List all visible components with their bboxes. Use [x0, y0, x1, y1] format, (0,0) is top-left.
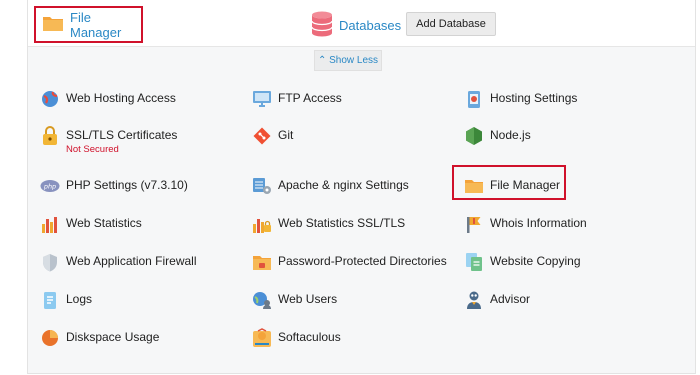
bar-chart-icon: [40, 214, 60, 234]
show-less-button[interactable]: ⌃ Show Less: [314, 50, 382, 71]
databases-label: Databases: [339, 18, 402, 33]
file-manager-highlight: [452, 165, 566, 200]
logs-icon: [40, 290, 60, 310]
git-link[interactable]: Git: [252, 126, 293, 146]
pie-chart-icon: [40, 328, 60, 348]
ftp-icon: [252, 89, 272, 109]
advisor-label: Advisor: [490, 292, 531, 306]
file-manager-top-link[interactable]: File Manager: [34, 6, 143, 43]
ftp-access-label: FTP Access: [278, 91, 342, 105]
git-label: Git: [278, 128, 294, 142]
nodejs-icon: [464, 126, 484, 146]
copy-icon: [464, 252, 484, 272]
web-hosting-icon: [40, 89, 60, 109]
stats-lock-icon: [252, 214, 272, 234]
website-copying-label: Website Copying: [490, 254, 581, 268]
php-settings-link[interactable]: php PHP Settings (v7.3.10): [40, 176, 188, 196]
add-database-button[interactable]: Add Database: [406, 12, 496, 36]
ssl-tls-certificates-link[interactable]: SSL/TLS Certificates Not Secured: [40, 126, 177, 156]
logs-label: Logs: [66, 292, 93, 306]
web-application-firewall-label: Web Application Firewall: [66, 254, 197, 268]
whois-icon: [464, 214, 484, 234]
web-statistics-label: Web Statistics: [66, 216, 142, 230]
diskspace-usage-label: Diskspace Usage: [66, 330, 160, 344]
database-icon: [311, 11, 333, 40]
nodejs-label: Node.js: [490, 128, 531, 142]
hosting-settings-label: Hosting Settings: [490, 91, 578, 105]
lock-icon: [40, 126, 60, 146]
website-copying-link[interactable]: Website Copying: [464, 252, 581, 272]
folder-icon: [42, 14, 64, 35]
whois-information-label: Whois Information: [490, 216, 587, 230]
password-protected-directories-link[interactable]: Password-Protected Directories: [252, 252, 447, 272]
whois-information-link[interactable]: Whois Information: [464, 214, 587, 234]
php-icon: php: [40, 176, 60, 196]
apache-nginx-settings-label: Apache & nginx Settings: [278, 178, 409, 192]
web-users-label: Web Users: [278, 292, 338, 306]
softaculous-label: Softaculous: [278, 330, 341, 344]
web-application-firewall-link[interactable]: Web Application Firewall: [40, 252, 197, 272]
logs-link[interactable]: Logs: [40, 290, 92, 310]
web-statistics-link[interactable]: Web Statistics: [40, 214, 142, 234]
nodejs-link[interactable]: Node.js: [464, 126, 531, 146]
file-manager-top-label: File Manager: [70, 9, 122, 40]
server-gear-icon: [252, 176, 272, 196]
web-statistics-ssl-tls-link[interactable]: Web Statistics SSL/TLS: [252, 214, 405, 234]
diskspace-usage-link[interactable]: Diskspace Usage: [40, 328, 159, 348]
web-hosting-access-link[interactable]: Web Hosting Access: [40, 89, 176, 109]
web-statistics-ssl-tls-label: Web Statistics SSL/TLS: [278, 216, 406, 230]
password-protected-directories-label: Password-Protected Directories: [278, 254, 447, 268]
advisor-icon: [464, 290, 484, 310]
svg-text:php: php: [43, 183, 56, 191]
ssl-status-text: Not Secured: [66, 144, 119, 155]
web-users-link[interactable]: Web Users: [252, 290, 337, 310]
ftp-access-link[interactable]: FTP Access: [252, 89, 342, 109]
web-hosting-access-label: Web Hosting Access: [66, 91, 176, 105]
hosting-panel: File Manager Databases Add Database ⌃ Sh…: [27, 0, 696, 374]
settings-icon: [464, 89, 484, 109]
folder-lock-icon: [252, 252, 272, 272]
databases-link[interactable]: Databases: [311, 11, 401, 40]
apache-nginx-settings-link[interactable]: Apache & nginx Settings: [252, 176, 409, 196]
shield-icon: [40, 252, 60, 272]
users-icon: [252, 290, 272, 310]
ssl-tls-certificates-label: SSL/TLS Certificates: [66, 128, 178, 142]
softaculous-link[interactable]: Softaculous: [252, 328, 341, 348]
php-settings-label: PHP Settings (v7.3.10): [66, 178, 188, 192]
top-bar: File Manager Databases Add Database: [28, 0, 695, 47]
softaculous-icon: [252, 328, 272, 348]
advisor-link[interactable]: Advisor: [464, 290, 530, 310]
git-icon: [252, 126, 272, 146]
hosting-settings-link[interactable]: Hosting Settings: [464, 89, 577, 109]
